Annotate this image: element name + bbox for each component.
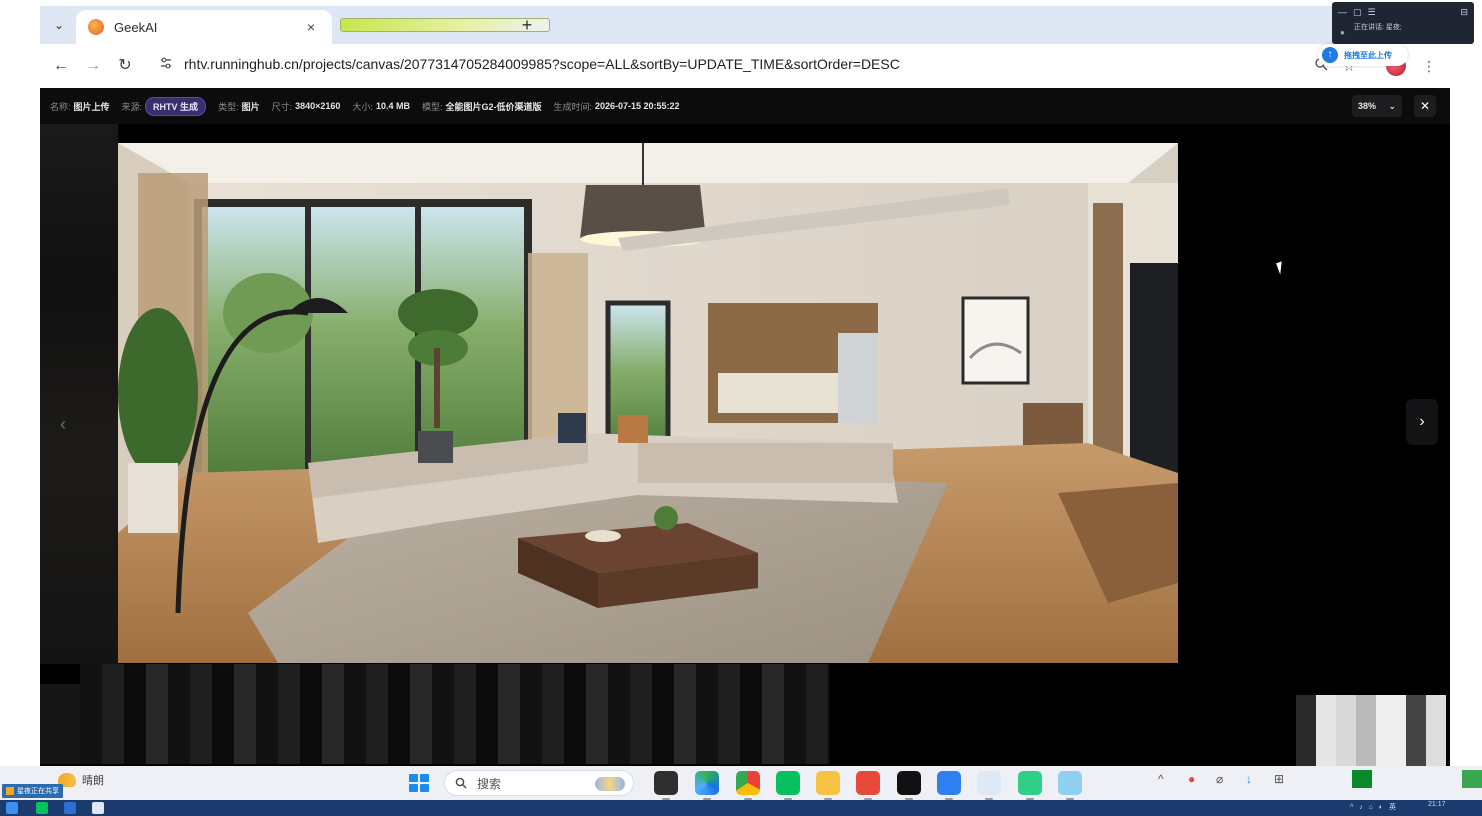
name-value: 图片上传 <box>73 101 110 112</box>
capcut-icon[interactable] <box>897 771 921 800</box>
host-start-icon[interactable] <box>6 802 18 814</box>
edge-browser-icon[interactable] <box>695 771 719 800</box>
search-icon <box>455 777 467 789</box>
app-green-icon[interactable] <box>1018 771 1042 800</box>
tray-green-icon[interactable] <box>1352 770 1372 788</box>
taskbar-search[interactable]: 搜索 <box>444 770 634 796</box>
host-clock: 21:17 <box>1428 801 1446 808</box>
app-link-icon[interactable] <box>977 771 1001 800</box>
source-badge: RHTV 生成 <box>145 96 207 116</box>
dimensions-value: 3840×2160 <box>295 101 341 111</box>
time-label: 生成时间: <box>553 101 592 112</box>
window-icon[interactable]: ▢ <box>1353 7 1362 18</box>
tab-strip: ⌄ GeekAI × + <box>40 6 1450 44</box>
chrome-icon[interactable] <box>736 771 760 800</box>
dimensions-label: 尺寸: <box>271 101 293 112</box>
weather-text: 晴朗 <box>82 775 104 787</box>
previous-image-button[interactable]: ‹ <box>60 414 66 435</box>
tray-download-icon[interactable]: ↓ <box>1246 772 1252 786</box>
app-blue-icon[interactable] <box>937 771 961 800</box>
filesize-value: 10.4 MB <box>375 101 410 111</box>
new-tab-button[interactable]: + <box>516 14 538 36</box>
microphone-icon: ● <box>1340 28 1345 37</box>
image-viewer-header: 名称: 图片上传 来源: RHTV 生成 类型: 图片 尺寸: 3840×216… <box>40 88 1450 124</box>
weather-widget[interactable]: 晴朗 <box>58 772 104 788</box>
geekai-favicon-icon <box>88 19 104 35</box>
previous-thumbnail-blur <box>40 124 118 664</box>
tab-list-button[interactable]: ⌄ <box>48 14 70 36</box>
upload-icon: ↑ <box>1322 47 1338 63</box>
share-tag-text: 星夜正在共享 <box>17 788 59 795</box>
pixelated-region <box>80 664 830 764</box>
host-app-icon[interactable] <box>64 802 76 814</box>
tray-ime-icon[interactable]: ⊞ <box>1274 772 1284 786</box>
host-tray-icons: ^ ♪ ⌂ ◐ 英 <box>1350 804 1399 811</box>
minimize-icon[interactable]: — <box>1338 7 1347 17</box>
search-highlight-icon <box>595 777 625 791</box>
tray-app-icon[interactable]: ● <box>1188 772 1195 786</box>
app-red-icon[interactable] <box>856 771 880 800</box>
app-notes-icon[interactable] <box>1058 771 1082 800</box>
windows-taskbar: 晴朗 搜索 ^ ● ⌀ ↓ ⊞ <box>0 766 1482 800</box>
search-placeholder: 搜索 <box>477 776 502 791</box>
browser-toolbar: ← → ↻ rhtv.runninghub.cn/projects/canvas… <box>40 44 1450 88</box>
tab-geekai[interactable]: GeekAI × <box>76 10 332 44</box>
living-room-render <box>118 143 1178 663</box>
file-explorer-icon[interactable] <box>816 771 840 800</box>
host-app-icon[interactable] <box>92 802 104 814</box>
zoom-select[interactable]: 38% ⌄ <box>1352 95 1402 117</box>
tray-overflow-icon[interactable]: ^ <box>1158 772 1164 786</box>
menu-icon[interactable]: ☰ <box>1368 7 1376 18</box>
tab-title: GeekAI <box>114 19 158 35</box>
model-value: 全能图片G2-低价渠道版 <box>445 101 542 112</box>
filesize-label: 大小: <box>352 101 373 112</box>
drag-upload-chip[interactable]: ↑ 拖拽至此上传 <box>1318 44 1408 66</box>
zoom-value: 38% <box>1358 101 1377 111</box>
type-label: 类型: <box>218 101 239 112</box>
back-button[interactable]: ← <box>50 55 72 77</box>
model-label: 模型: <box>421 101 443 112</box>
sidebar-icon[interactable]: ⊟ <box>1460 7 1468 18</box>
reload-button[interactable]: ↻ <box>114 55 136 77</box>
address-bar[interactable]: rhtv.runninghub.cn/projects/canvas/20773… <box>184 56 900 72</box>
chevron-down-icon: ⌄ <box>1388 100 1396 111</box>
time-value: 2026-07-15 20:55:22 <box>595 101 680 111</box>
tray-green-icon[interactable] <box>1462 770 1482 788</box>
tray-link-icon[interactable]: ⌀ <box>1216 772 1223 786</box>
browser-window: ⌄ GeekAI × + ← → ↻ rhtv.runninghub.cn/pr… <box>40 6 1450 766</box>
task-view-icon[interactable] <box>654 771 678 800</box>
screen: ⌄ GeekAI × + ← → ↻ rhtv.runninghub.cn/pr… <box>0 0 1482 816</box>
screen-share-tag: 星夜正在共享 <box>2 784 63 798</box>
start-button[interactable] <box>409 774 429 792</box>
share-speaking-status: 正在讲话: 星夜; <box>1354 24 1402 31</box>
type-value: 图片 <box>241 101 260 112</box>
next-image-button[interactable]: › <box>1406 399 1438 445</box>
host-os-taskbar: ^ ♪ ⌂ ◐ 英 21:17 <box>0 800 1482 816</box>
browser-menu-button[interactable]: ⋮ <box>1418 55 1440 77</box>
source-label: 来源: <box>121 101 143 112</box>
name-label: 名称: <box>50 101 71 112</box>
mouse-cursor-icon <box>1276 261 1286 275</box>
tab-close-button[interactable]: × <box>302 19 320 35</box>
upload-chip-label: 拖拽至此上传 <box>1344 50 1392 60</box>
site-info-icon[interactable] <box>156 56 176 76</box>
share-user-icon <box>6 787 14 795</box>
pixelated-region <box>40 684 80 764</box>
screen-share-panel: — ▢ ☰ ⊟ ● 正在讲话: 星夜; <box>1332 2 1474 44</box>
forward-button[interactable]: → <box>82 55 104 77</box>
image-stage: ‹ › <box>40 124 1450 766</box>
share-window-controls: — ▢ ☰ ⊟ <box>1332 2 1474 22</box>
host-wechat-icon[interactable] <box>36 802 48 814</box>
chevron-down-icon: ⌄ <box>53 18 65 32</box>
viewer-close-button[interactable]: ✕ <box>1414 95 1436 117</box>
wechat-icon[interactable] <box>776 771 800 800</box>
